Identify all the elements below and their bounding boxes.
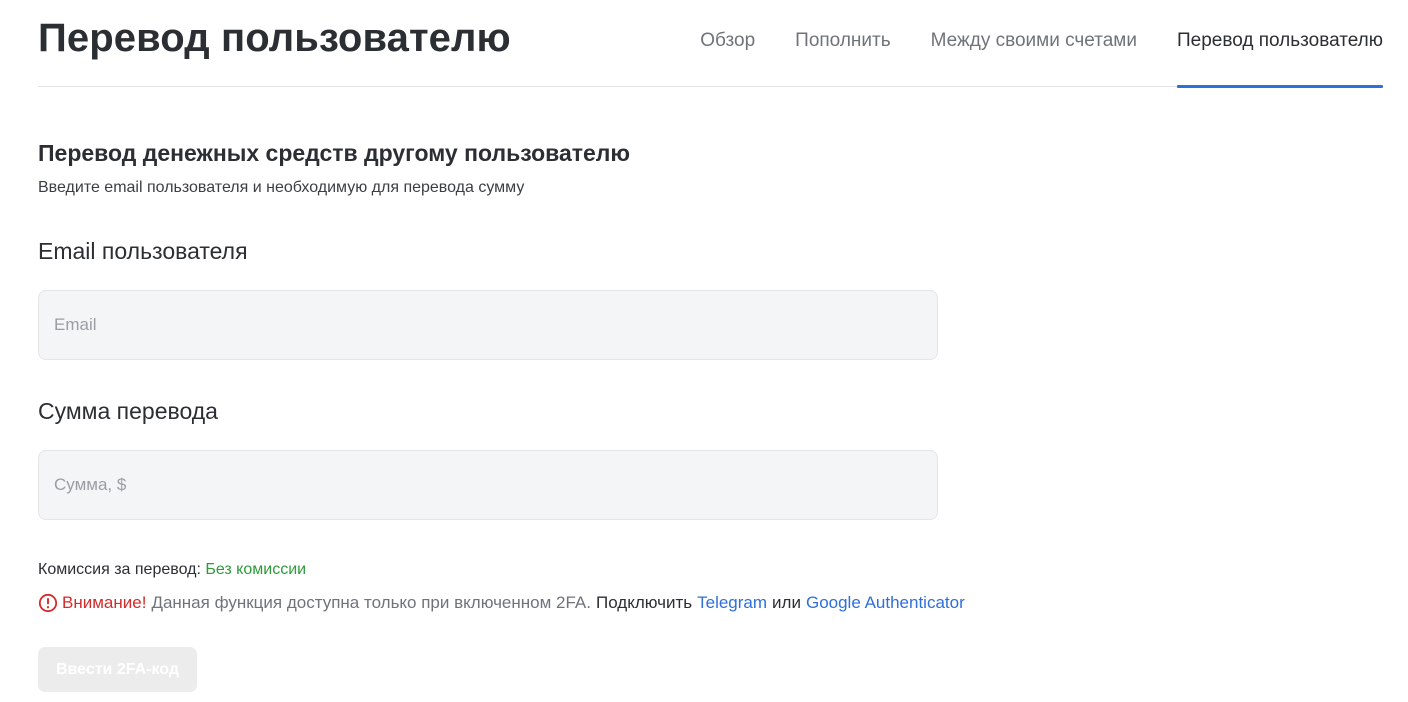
google-authenticator-link[interactable]: Google Authenticator [806,593,965,613]
warning-title: Внимание! [62,593,147,612]
section-subtitle: Введите email пользователя и необходимую… [38,179,525,196]
fee-info: Комиссия за перевод: Без комиссии [38,561,306,579]
fee-value: Без комиссии [205,561,307,578]
email-label: Email пользователя [38,238,248,264]
section-title: Перевод денежных средств другому пользов… [38,140,631,166]
2fa-warning: Внимание! Данная функция доступна только… [38,593,965,613]
page-header: Перевод пользователю Обзор Пополнить Меж… [38,0,1384,88]
telegram-link[interactable]: Telegram [697,593,767,613]
amount-field[interactable] [38,450,938,520]
tab-bar: Обзор Пополнить Между своими счетами Пер… [660,0,1384,88]
tab-deposit[interactable]: Пополнить [795,0,890,87]
tab-user-transfer[interactable]: Перевод пользователю [1176,0,1384,88]
tab-between-accounts[interactable]: Между своими счетами [931,0,1137,87]
amount-label: Сумма перевода [38,398,218,424]
alert-circle-icon [38,593,58,613]
warning-text: Данная функция доступна только при включ… [151,593,591,612]
tab-overview[interactable]: Обзор [700,0,755,87]
warning-connect: Подключить [595,593,693,612]
fee-label: Комиссия за перевод: [38,561,201,578]
email-field[interactable] [38,290,938,360]
page-title: Перевод пользователю [38,16,511,60]
enter-2fa-code-button[interactable]: Ввести 2FA-код [38,647,197,692]
warning-or: или [772,593,801,612]
